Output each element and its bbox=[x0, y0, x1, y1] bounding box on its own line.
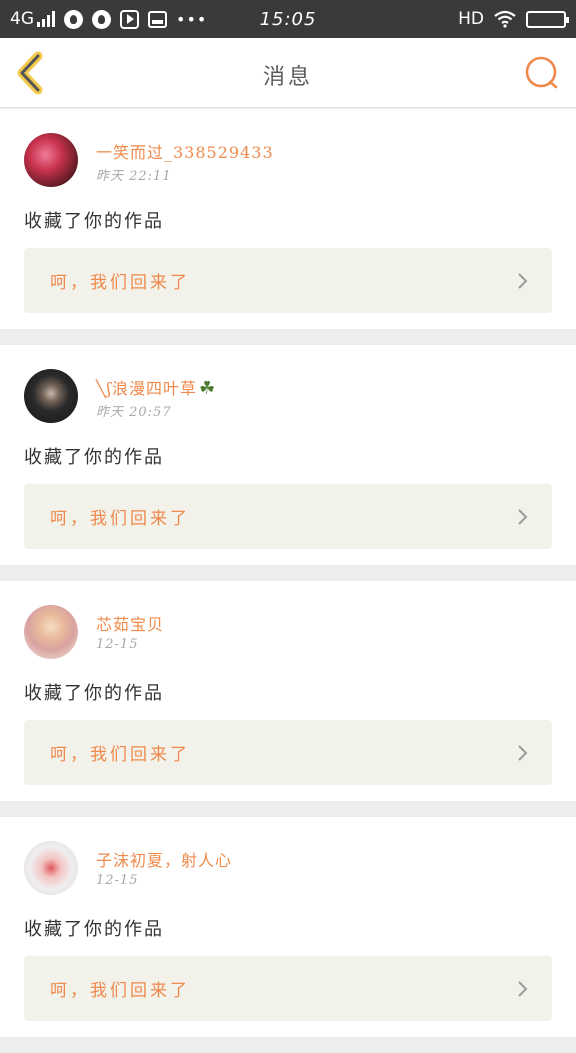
network-type: 4G bbox=[10, 9, 34, 29]
notification-card: 芯茹宝贝 12-15 收藏了你的作品 呵，我们回来了 bbox=[0, 581, 576, 801]
reply-entry[interactable]: 呵，我们回来了 bbox=[24, 248, 552, 313]
notification-message: 收藏了你的作品 bbox=[24, 211, 164, 232]
four-leaf-clover-icon: ☘ bbox=[198, 378, 217, 399]
notification-message: 收藏了你的作品 bbox=[24, 447, 164, 468]
search-button[interactable] bbox=[520, 52, 562, 94]
notification-card: 子沫初夏，射人心 12-15 收藏了你的作品 呵，我们回来了 bbox=[0, 817, 576, 1037]
username-text: ╲ʃ浪漫四叶草 bbox=[96, 379, 197, 398]
battery-icon bbox=[526, 10, 569, 28]
reply-text: 呵，我们回来了 bbox=[50, 981, 190, 1001]
more-notifications-icon: ••• bbox=[176, 9, 208, 29]
notification-list: 一笑而过_338529433 昨天 22:11 收藏了你的作品 呵，我们回来了 … bbox=[0, 109, 576, 1053]
reply-entry[interactable]: 呵，我们回来了 bbox=[24, 484, 552, 549]
timestamp: 昨天 20:57 bbox=[96, 405, 172, 420]
avatar[interactable] bbox=[24, 133, 78, 187]
username[interactable]: 子沫初夏，射人心 bbox=[96, 847, 232, 871]
chevron-right-icon bbox=[518, 508, 528, 525]
chevron-right-icon bbox=[518, 744, 528, 761]
chevron-right-icon bbox=[518, 272, 528, 289]
reply-text: 呵，我们回来了 bbox=[50, 273, 190, 293]
video-app-icon bbox=[120, 9, 139, 29]
notification-app-icon bbox=[92, 9, 111, 29]
notification-message: 收藏了你的作品 bbox=[24, 919, 164, 940]
notification-card: ╲ʃ浪漫四叶草 ☘ 昨天 20:57 收藏了你的作品 呵，我们回来了 bbox=[0, 345, 576, 565]
username[interactable]: 芯茹宝贝 bbox=[96, 611, 164, 635]
avatar[interactable] bbox=[24, 605, 78, 659]
page-title: 消息 bbox=[262, 65, 313, 90]
wifi-icon bbox=[494, 10, 516, 28]
signal-icon bbox=[37, 11, 55, 27]
gallery-app-icon bbox=[148, 10, 167, 28]
avatar[interactable] bbox=[24, 841, 78, 895]
app-header: 消息 bbox=[0, 38, 576, 108]
hd-indicator: HD bbox=[458, 9, 484, 29]
username[interactable]: ╲ʃ浪漫四叶草 ☘ bbox=[96, 375, 216, 399]
reply-text: 呵，我们回来了 bbox=[50, 745, 190, 765]
status-bar: 4G ••• 15:05 HD bbox=[0, 0, 576, 38]
reply-entry[interactable]: 呵，我们回来了 bbox=[24, 720, 552, 785]
timestamp: 12-15 bbox=[96, 637, 139, 652]
chevron-right-icon bbox=[518, 980, 528, 997]
reply-text: 呵，我们回来了 bbox=[50, 509, 190, 529]
timestamp: 昨天 22:11 bbox=[96, 169, 172, 184]
timestamp: 12-15 bbox=[96, 873, 139, 888]
notification-app-icon bbox=[64, 9, 83, 29]
avatar[interactable] bbox=[24, 369, 78, 423]
username[interactable]: 一笑而过_338529433 bbox=[96, 139, 274, 163]
notification-message: 收藏了你的作品 bbox=[24, 683, 164, 704]
reply-entry[interactable]: 呵，我们回来了 bbox=[24, 956, 552, 1021]
notification-card: 一笑而过_338529433 昨天 22:11 收藏了你的作品 呵，我们回来了 bbox=[0, 109, 576, 329]
